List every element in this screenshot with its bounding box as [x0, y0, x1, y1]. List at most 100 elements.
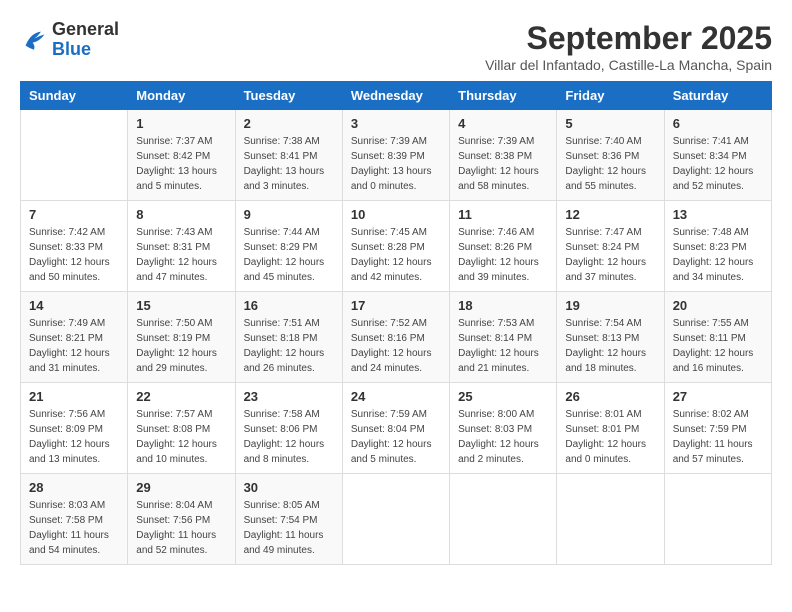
calendar-cell: 27 Sunrise: 8:02 AMSunset: 7:59 PMDayligh… — [664, 383, 771, 474]
calendar-week-row: 1 Sunrise: 7:37 AMSunset: 8:42 PMDaylight… — [21, 110, 772, 201]
day-number: 3 — [351, 116, 441, 131]
calendar-cell: 23Sunrise: 7:58 AMSunset: 8:06 PMDayligh… — [235, 383, 342, 474]
day-info: Sunrise: 8:02 AMSunset: 7:59 PMDaylight:… — [673, 407, 763, 467]
logo-bird-icon — [20, 26, 48, 54]
calendar-cell: 8 Sunrise: 7:43 AMSunset: 8:31 PMDaylight… — [128, 201, 235, 292]
day-number: 10 — [351, 207, 441, 222]
calendar-cell: 20Sunrise: 7:55 AMSunset: 8:11 PMDayligh… — [664, 292, 771, 383]
day-number: 12 — [565, 207, 655, 222]
day-number: 26 — [565, 389, 655, 404]
day-number: 13 — [673, 207, 763, 222]
calendar-cell: 14Sunrise: 7:49 AMSunset: 8:21 PMDayligh… — [21, 292, 128, 383]
day-info: Sunrise: 7:56 AMSunset: 8:09 PMDaylight:… — [29, 407, 119, 467]
calendar-cell: 13Sunrise: 7:48 AMSunset: 8:23 PMDayligh… — [664, 201, 771, 292]
weekday-header-tuesday: Tuesday — [235, 82, 342, 110]
day-number: 9 — [244, 207, 334, 222]
day-info: Sunrise: 8:04 AMSunset: 7:56 PMDaylight:… — [136, 498, 226, 558]
day-info: Sunrise: 7:40 AMSunset: 8:36 PMDaylight:… — [565, 134, 655, 194]
weekday-header-sunday: Sunday — [21, 82, 128, 110]
calendar-cell: 30 Sunrise: 8:05 AMSunset: 7:54 PMDayligh… — [235, 474, 342, 565]
calendar-table: SundayMondayTuesdayWednesdayThursdayFrid… — [20, 81, 772, 565]
calendar-cell: 4 Sunrise: 7:39 AMSunset: 8:38 PMDaylight… — [450, 110, 557, 201]
calendar-cell: 6 Sunrise: 7:41 AMSunset: 8:34 PMDaylight… — [664, 110, 771, 201]
weekday-header-saturday: Saturday — [664, 82, 771, 110]
day-info: Sunrise: 7:39 AMSunset: 8:38 PMDaylight:… — [458, 134, 548, 194]
calendar-cell: 9 Sunrise: 7:44 AMSunset: 8:29 PMDaylight… — [235, 201, 342, 292]
day-number: 27 — [673, 389, 763, 404]
day-info: Sunrise: 7:44 AMSunset: 8:29 PMDaylight:… — [244, 225, 334, 285]
day-number: 25 — [458, 389, 548, 404]
calendar-week-row: 21 Sunrise: 7:56 AMSunset: 8:09 PMDayligh… — [21, 383, 772, 474]
day-number: 5 — [565, 116, 655, 131]
calendar-cell — [21, 110, 128, 201]
day-info: Sunrise: 7:38 AMSunset: 8:41 PMDaylight:… — [244, 134, 334, 194]
day-info: Sunrise: 7:43 AMSunset: 8:31 PMDaylight:… — [136, 225, 226, 285]
calendar-cell: 28 Sunrise: 8:03 AMSunset: 7:58 PMDayligh… — [21, 474, 128, 565]
calendar-cell: 15Sunrise: 7:50 AMSunset: 8:19 PMDayligh… — [128, 292, 235, 383]
calendar-body: 1 Sunrise: 7:37 AMSunset: 8:42 PMDaylight… — [21, 110, 772, 565]
day-info: Sunrise: 7:42 AMSunset: 8:33 PMDaylight:… — [29, 225, 119, 285]
day-info: Sunrise: 7:45 AMSunset: 8:28 PMDaylight:… — [351, 225, 441, 285]
month-title: September 2025 — [485, 20, 772, 57]
day-number: 11 — [458, 207, 548, 222]
day-info: Sunrise: 7:53 AMSunset: 8:14 PMDaylight:… — [458, 316, 548, 376]
day-info: Sunrise: 7:47 AMSunset: 8:24 PMDaylight:… — [565, 225, 655, 285]
logo-blue-text: Blue — [52, 39, 91, 59]
day-number: 1 — [136, 116, 226, 131]
day-number: 30 — [244, 480, 334, 495]
day-info: Sunrise: 7:52 AMSunset: 8:16 PMDaylight:… — [351, 316, 441, 376]
title-block: September 2025 Villar del Infantado, Cas… — [485, 20, 772, 73]
calendar-cell: 10 Sunrise: 7:45 AMSunset: 8:28 PMDayligh… — [342, 201, 449, 292]
day-number: 18 — [458, 298, 548, 313]
day-info: Sunrise: 7:55 AMSunset: 8:11 PMDaylight:… — [673, 316, 763, 376]
day-info: Sunrise: 8:03 AMSunset: 7:58 PMDaylight:… — [29, 498, 119, 558]
day-info: Sunrise: 7:58 AMSunset: 8:06 PMDaylight:… — [244, 407, 334, 467]
day-info: Sunrise: 7:37 AMSunset: 8:42 PMDaylight:… — [136, 134, 226, 194]
calendar-cell: 2 Sunrise: 7:38 AMSunset: 8:41 PMDaylight… — [235, 110, 342, 201]
day-number: 22 — [136, 389, 226, 404]
day-info: Sunrise: 8:05 AMSunset: 7:54 PMDaylight:… — [244, 498, 334, 558]
day-number: 24 — [351, 389, 441, 404]
calendar-week-row: 28 Sunrise: 8:03 AMSunset: 7:58 PMDayligh… — [21, 474, 772, 565]
calendar-cell: 25Sunrise: 8:00 AMSunset: 8:03 PMDayligh… — [450, 383, 557, 474]
calendar-cell: 1 Sunrise: 7:37 AMSunset: 8:42 PMDaylight… — [128, 110, 235, 201]
day-info: Sunrise: 8:01 AMSunset: 8:01 PMDaylight:… — [565, 407, 655, 467]
calendar-cell: 7 Sunrise: 7:42 AMSunset: 8:33 PMDaylight… — [21, 201, 128, 292]
day-info: Sunrise: 7:39 AMSunset: 8:39 PMDaylight:… — [351, 134, 441, 194]
day-info: Sunrise: 7:41 AMSunset: 8:34 PMDaylight:… — [673, 134, 763, 194]
calendar-cell: 11Sunrise: 7:46 AMSunset: 8:26 PMDayligh… — [450, 201, 557, 292]
calendar-cell: 17 Sunrise: 7:52 AMSunset: 8:16 PMDayligh… — [342, 292, 449, 383]
calendar-cell: 22Sunrise: 7:57 AMSunset: 8:08 PMDayligh… — [128, 383, 235, 474]
calendar-cell: 29 Sunrise: 8:04 AMSunset: 7:56 PMDayligh… — [128, 474, 235, 565]
logo: General Blue — [20, 20, 119, 60]
day-number: 19 — [565, 298, 655, 313]
calendar-cell: 12 Sunrise: 7:47 AMSunset: 8:24 PMDayligh… — [557, 201, 664, 292]
calendar-cell: 16Sunrise: 7:51 AMSunset: 8:18 PMDayligh… — [235, 292, 342, 383]
logo-general-text: General — [52, 19, 119, 39]
day-number: 21 — [29, 389, 119, 404]
day-number: 7 — [29, 207, 119, 222]
weekday-header-row: SundayMondayTuesdayWednesdayThursdayFrid… — [21, 82, 772, 110]
calendar-cell — [450, 474, 557, 565]
calendar-cell — [557, 474, 664, 565]
weekday-header-wednesday: Wednesday — [342, 82, 449, 110]
calendar-cell — [342, 474, 449, 565]
calendar-week-row: 14Sunrise: 7:49 AMSunset: 8:21 PMDayligh… — [21, 292, 772, 383]
day-number: 16 — [244, 298, 334, 313]
calendar-cell: 24 Sunrise: 7:59 AMSunset: 8:04 PMDayligh… — [342, 383, 449, 474]
day-number: 28 — [29, 480, 119, 495]
calendar-cell: 5 Sunrise: 7:40 AMSunset: 8:36 PMDaylight… — [557, 110, 664, 201]
day-number: 4 — [458, 116, 548, 131]
day-info: Sunrise: 7:59 AMSunset: 8:04 PMDaylight:… — [351, 407, 441, 467]
weekday-header-monday: Monday — [128, 82, 235, 110]
day-info: Sunrise: 7:50 AMSunset: 8:19 PMDaylight:… — [136, 316, 226, 376]
day-number: 8 — [136, 207, 226, 222]
day-number: 2 — [244, 116, 334, 131]
calendar-cell: 26 Sunrise: 8:01 AMSunset: 8:01 PMDayligh… — [557, 383, 664, 474]
weekday-header-friday: Friday — [557, 82, 664, 110]
day-number: 17 — [351, 298, 441, 313]
day-number: 29 — [136, 480, 226, 495]
day-number: 14 — [29, 298, 119, 313]
day-number: 6 — [673, 116, 763, 131]
calendar-cell: 19Sunrise: 7:54 AMSunset: 8:13 PMDayligh… — [557, 292, 664, 383]
